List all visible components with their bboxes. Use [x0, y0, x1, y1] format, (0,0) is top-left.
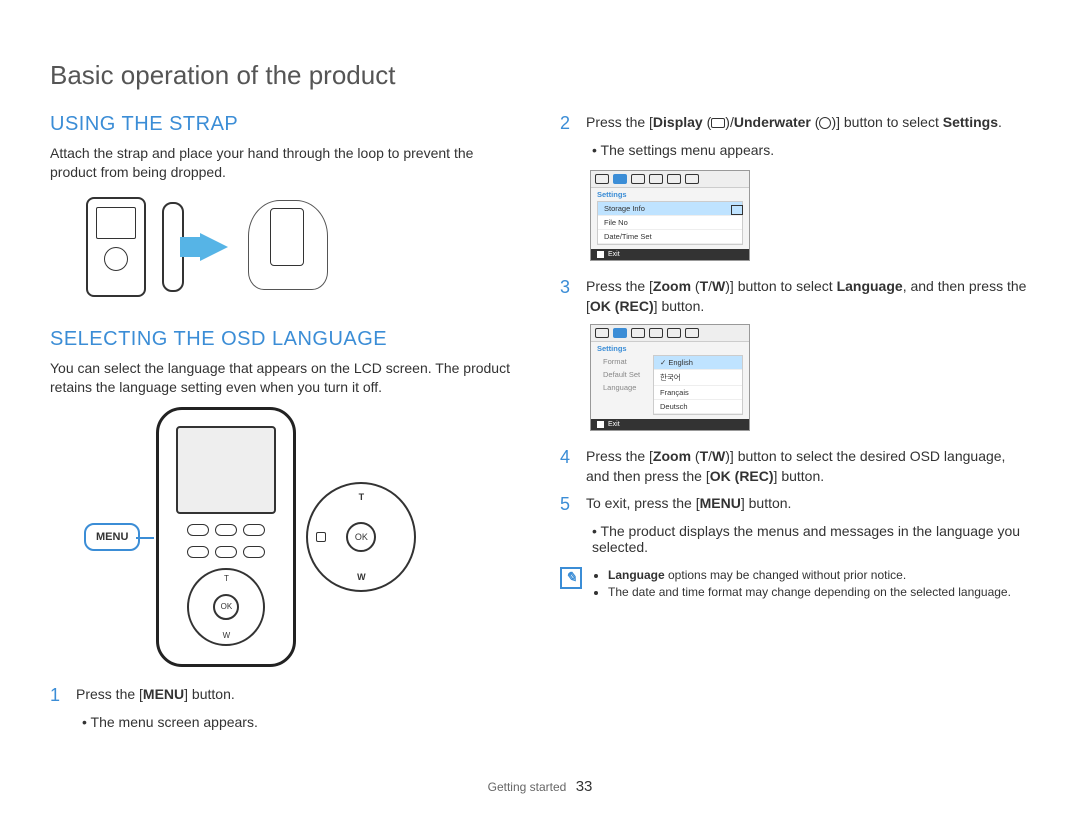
osd2-lang-item: Français: [654, 386, 742, 400]
arrow-right-icon: [200, 233, 228, 261]
step-2: 2 Press the [Display ()/Underwater ()] b…: [560, 113, 1030, 134]
step-4-text: Press the [Zoom (T/W)] button to select …: [586, 447, 1030, 486]
menu-key-icon: [597, 421, 604, 428]
menu-key-icon: [597, 251, 604, 258]
osd1-tab: Settings: [591, 188, 749, 201]
device-large-icon: T OK W: [156, 407, 296, 667]
step-2-bullet: The settings menu appears.: [592, 142, 1030, 158]
dpad2-ok-label: OK: [346, 522, 376, 552]
step-1: 1 Press the [MENU] button.: [50, 685, 520, 706]
step-1-text: Press the [MENU] button.: [76, 685, 235, 706]
step-5-text: To exit, press the [MENU] button.: [586, 494, 791, 515]
strap-illustration: [86, 192, 520, 302]
step-3-text: Press the [Zoom (T/W)] button to select …: [586, 277, 1030, 316]
osd2-lang-item: 한국어: [654, 370, 742, 386]
osd2-left-item: Language: [597, 381, 649, 394]
osd2-left-item: Format: [597, 355, 649, 368]
step-3-number: 3: [560, 277, 574, 316]
step-3: 3 Press the [Zoom (T/W)] button to selec…: [560, 277, 1030, 316]
footer-section: Getting started: [488, 780, 567, 794]
step-1-bullet: The menu screen appears.: [82, 714, 520, 730]
menu-callout: MENU: [84, 523, 140, 551]
osd1-item: Storage Info: [598, 202, 742, 216]
osd1-exit: Exit: [608, 251, 620, 258]
osd-screenshot-1: Settings Storage Info File No Date/Time …: [590, 170, 750, 261]
storage-icon: [731, 205, 743, 215]
note-1: Language options may be changed without …: [608, 567, 1011, 584]
step-1-number: 1: [50, 685, 64, 706]
osd2-left-item: Default Set: [597, 368, 649, 381]
note-block: ✎ Language options may be changed withou…: [560, 567, 1030, 601]
dpad2-w-label: W: [357, 572, 366, 582]
footer-page-number: 33: [576, 778, 593, 795]
right-column: 2 Press the [Display ()/Underwater ()] b…: [560, 113, 1030, 770]
heading-osd-language: SELECTING THE OSD LANGUAGE: [50, 328, 520, 351]
device-icon: [86, 197, 146, 297]
dpad2-t-label: T: [359, 492, 365, 502]
display-icon: [711, 118, 725, 128]
note-2: The date and time format may change depe…: [608, 584, 1011, 601]
page-title: Basic operation of the product: [50, 60, 1030, 91]
note-icon: ✎: [560, 567, 582, 589]
osd2-lang-item: Deutsch: [654, 400, 742, 414]
hand-holding-device-icon: [244, 192, 334, 302]
dpad-closeup-icon: T OK W: [306, 482, 416, 592]
osd2-exit: Exit: [608, 421, 620, 428]
dpad-t-label: T: [224, 574, 229, 583]
step-5: 5 To exit, press the [MENU] button.: [560, 494, 1030, 515]
step-5-number: 5: [560, 494, 574, 515]
page-footer: Getting started 33: [50, 778, 1030, 795]
osd2-lang-item: ✓ English: [654, 356, 742, 370]
gear-icon: [613, 328, 627, 338]
dpad-w-label: W: [223, 631, 231, 640]
dpad-ok-label: OK: [213, 594, 239, 620]
osd1-item: File No: [598, 216, 742, 230]
dpad2-display-icon: [316, 532, 326, 542]
left-column: USING THE STRAP Attach the strap and pla…: [50, 113, 520, 770]
step-2-number: 2: [560, 113, 574, 134]
strap-body: Attach the strap and place your hand thr…: [50, 144, 520, 182]
step-2-text: Press the [Display ()/Underwater ()] but…: [586, 113, 1002, 134]
heading-using-strap: USING THE STRAP: [50, 113, 520, 136]
osd2-tab: Settings: [591, 342, 749, 355]
gear-icon: [613, 174, 627, 184]
underwater-icon: [819, 117, 831, 129]
osd1-item: Date/Time Set: [598, 230, 742, 244]
step-4: 4 Press the [Zoom (T/W)] button to selec…: [560, 447, 1030, 486]
osd-body: You can select the language that appears…: [50, 359, 520, 397]
osd-screenshot-2: Settings Format Default Set Language ✓ E…: [590, 324, 750, 431]
step-4-number: 4: [560, 447, 574, 486]
device-menu-illustration: MENU T OK W T OK W: [84, 407, 520, 667]
step-5-bullet: The product displays the menus and messa…: [592, 523, 1030, 555]
